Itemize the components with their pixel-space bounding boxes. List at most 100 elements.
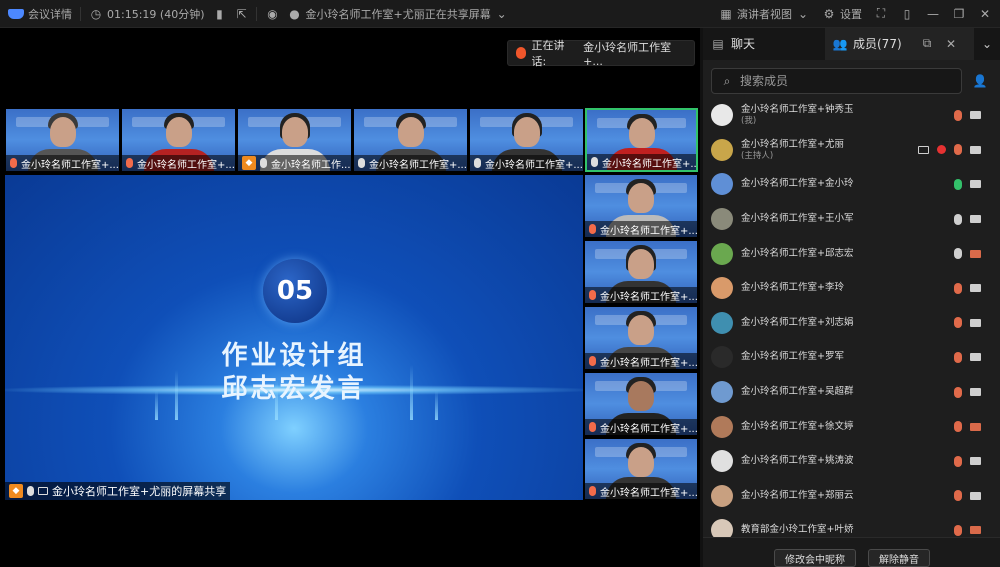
mic-muted-icon[interactable] — [954, 490, 962, 502]
member-row[interactable]: 金小玲名师工作室+王小军 — [703, 202, 1000, 237]
mic-muted-icon[interactable] — [954, 351, 962, 363]
avatar — [711, 346, 733, 369]
minimize-icon[interactable]: — — [926, 7, 940, 21]
close-icon[interactable]: ✕ — [978, 7, 992, 21]
camera-off-icon[interactable] — [970, 249, 981, 258]
video-tile[interactable]: 金小玲名师工作室+... — [584, 240, 698, 304]
tab-members[interactable]: 👥 成员(77) ⧉ ✕ — [825, 27, 974, 60]
mic-muted-icon[interactable] — [954, 282, 962, 294]
member-search[interactable]: ⌕ — [711, 68, 962, 94]
avatar — [711, 242, 733, 265]
member-row[interactable]: 金小玲名师工作室+李玲 — [703, 271, 1000, 306]
video-tile[interactable]: 金小玲名师工作室+... — [469, 108, 584, 172]
mic-icon[interactable] — [954, 178, 962, 190]
panel-footer: 修改会中昵称 解除静音 — [703, 537, 1000, 567]
member-row[interactable]: 金小玲名师工作室+金小玲 — [703, 167, 1000, 202]
member-row[interactable]: 金小玲名师工作室+姚涛波 — [703, 444, 1000, 479]
speaker-view-button[interactable]: ▦ 演讲者视图 ⌄ — [719, 6, 810, 22]
member-name: 金小玲名师工作室+钟秀玉 — [741, 104, 854, 116]
mic-icon — [591, 157, 598, 167]
video-tile[interactable]: 金小玲名师工作室+... — [584, 174, 698, 238]
member-text: 金小玲名师工作室+罗军 — [741, 351, 844, 363]
speaking-mic-icon — [516, 47, 526, 59]
sidebar-toggle-icon[interactable]: ▯ — [900, 7, 914, 21]
member-name: 教育部金小玲工作室+叶娇 — [741, 524, 854, 536]
camera-icon[interactable] — [970, 353, 981, 362]
member-row[interactable]: 金小玲名师工作室+郑丽云 — [703, 479, 1000, 514]
rename-button[interactable]: 修改会中昵称 — [774, 549, 856, 567]
member-name: 金小玲名师工作室+吴超群 — [741, 386, 854, 398]
tile-name: 金小玲名师工作... — [271, 159, 351, 171]
camera-icon[interactable] — [970, 215, 981, 224]
camera-icon[interactable] — [970, 180, 981, 189]
settings-button[interactable]: ⚙ 设置 — [822, 6, 862, 22]
member-status-icons — [954, 282, 981, 294]
member-row[interactable]: 金小玲名师工作室+邱志宏 — [703, 236, 1000, 271]
video-tile[interactable]: 金小玲名师工作室+... — [584, 372, 698, 436]
video-tile[interactable]: 金小玲名师工作室+... — [353, 108, 468, 172]
camera-icon[interactable] — [970, 111, 981, 120]
tab-chat[interactable]: ▤ 聊天 — [703, 27, 825, 60]
member-text: 金小玲名师工作室+钟秀玉 (我) — [741, 104, 853, 126]
add-user-icon: 👤 — [972, 74, 988, 88]
fullscreen-icon[interactable]: ⛶ — [874, 6, 888, 21]
member-row[interactable]: 金小玲名师工作室+尤丽 (主持人) — [703, 133, 1000, 168]
member-text: 教育部金小玲工作室+叶娇 — [741, 524, 853, 536]
member-name: 金小玲名师工作室+李玲 — [741, 282, 844, 294]
member-row[interactable]: 金小玲名师工作室+钟秀玉 (我) — [703, 98, 1000, 133]
mic-muted-icon[interactable] — [954, 421, 962, 433]
mic-icon[interactable] — [954, 213, 962, 225]
tile-name: 金小玲名师工作室+... — [485, 159, 583, 171]
member-row[interactable]: 金小玲名师工作室+徐文婷 — [703, 409, 1000, 444]
camera-icon[interactable] — [970, 284, 981, 293]
video-tile[interactable]: 金小玲名师工作室+... — [584, 438, 698, 500]
member-status-icons — [954, 351, 981, 363]
camera-off-icon[interactable] — [970, 422, 981, 431]
member-name: 金小玲名师工作室+邱志宏 — [741, 247, 854, 259]
video-tile-active[interactable]: 金小玲名师工作室+... — [585, 108, 698, 172]
member-row[interactable]: 金小玲名师工作室+刘志娟 — [703, 306, 1000, 341]
member-text: 金小玲名师工作室+邱志宏 — [741, 248, 853, 260]
shared-screen[interactable]: 05 作业设计组 邱志宏发言 ◆ 金小玲名师工作室+尤丽的屏幕共享 — [5, 175, 583, 500]
member-status-icons — [954, 524, 981, 536]
panel-collapse-button[interactable]: ⌄ — [974, 27, 1000, 60]
title-bar: 会议详情 ◷ 01:15:19 (40分钟) ▮ ⇱ ◉ ● 金小玲名师工作室+… — [0, 0, 1000, 28]
mic-muted-icon[interactable] — [954, 109, 962, 121]
member-name: 金小玲名师工作室+金小玲 — [741, 178, 854, 190]
signal-icon[interactable]: ▮ — [212, 7, 226, 21]
camera-icon[interactable] — [970, 457, 981, 466]
close-panel-icon[interactable]: ✕ — [944, 37, 958, 51]
restore-icon[interactable]: ❐ — [952, 7, 966, 21]
host-badge-icon: ◆ — [242, 156, 256, 170]
mic-muted-icon[interactable] — [954, 524, 962, 536]
search-input[interactable] — [740, 74, 940, 88]
mic-muted-icon[interactable] — [954, 386, 962, 398]
share-out-icon[interactable]: ⇱ — [234, 7, 248, 21]
video-tile[interactable]: ◆ 金小玲名师工作... — [237, 108, 352, 172]
camera-off-icon[interactable] — [970, 526, 981, 535]
mic-icon[interactable] — [954, 248, 962, 260]
video-stage: 正在讲话: 金小玲名师工作室+... 金小玲名师工作室+... 金小玲名师工作室… — [0, 28, 700, 567]
camera-icon[interactable] — [970, 491, 981, 500]
mic-muted-icon[interactable] — [954, 317, 962, 329]
camera-icon[interactable] — [970, 388, 981, 397]
sharing-status[interactable]: ● 金小玲名师工作室+尤丽正在共享屏幕 ⌄ — [287, 6, 508, 22]
video-tile[interactable]: 金小玲名师工作室+... — [5, 108, 120, 172]
mic-muted-icon[interactable] — [954, 455, 962, 467]
record-icon[interactable]: ◉ — [265, 7, 279, 21]
invite-member-button[interactable]: 👤 — [968, 69, 992, 93]
popout-icon[interactable]: ⧉ — [920, 36, 934, 51]
camera-icon[interactable] — [970, 318, 981, 327]
member-row[interactable]: 金小玲名师工作室+罗军 — [703, 340, 1000, 375]
camera-icon[interactable] — [970, 145, 981, 154]
meeting-details-button[interactable]: 会议详情 — [8, 6, 72, 22]
video-tile[interactable]: 金小玲名师工作室+... — [121, 108, 236, 172]
clock-icon: ◷ — [90, 6, 102, 21]
mic-muted-icon[interactable] — [954, 144, 962, 156]
member-row[interactable]: 金小玲名师工作室+吴超群 — [703, 375, 1000, 410]
video-tile[interactable]: 金小玲名师工作室+... — [584, 306, 698, 370]
member-role: (主持人) — [741, 150, 774, 161]
member-status-icons — [954, 248, 981, 260]
unmute-button[interactable]: 解除静音 — [868, 549, 930, 567]
member-role: (我) — [741, 116, 757, 127]
